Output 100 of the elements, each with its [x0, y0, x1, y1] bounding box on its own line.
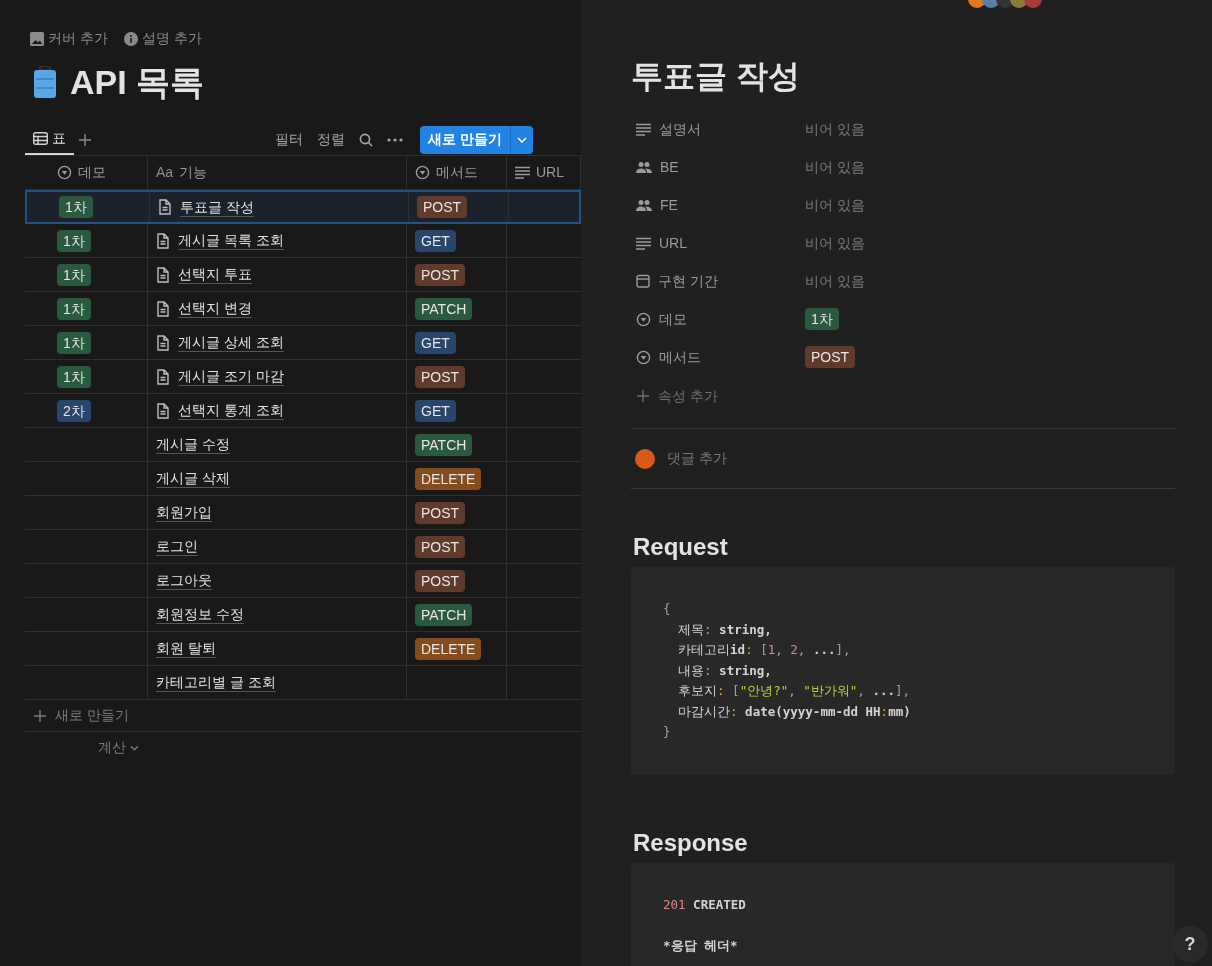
property-value[interactable]: 비어 있음 — [805, 118, 865, 140]
plus-icon — [636, 389, 650, 403]
more-icon[interactable] — [387, 137, 404, 142]
code-line: 201 CREATED — [663, 895, 746, 914]
tag: POST — [415, 569, 466, 592]
calculate-button[interactable]: 계산 — [98, 737, 139, 758]
tag: PATCH — [415, 433, 473, 456]
comment-field[interactable]: 댓글 추가 — [667, 448, 727, 469]
table-row[interactable]: 회원정보 수정 PATCH — [25, 598, 581, 632]
search-icon[interactable] — [359, 132, 374, 147]
property-label[interactable]: BE — [631, 156, 805, 178]
column-label: 메서드 — [436, 163, 478, 182]
column-header[interactable]: 데모 — [25, 156, 148, 189]
table-row[interactable]: 게시글 삭제 DELETE — [25, 462, 581, 496]
tag: POST — [415, 501, 466, 524]
add-cover-button[interactable]: 커버 추가 — [30, 28, 108, 49]
help-button[interactable]: ? — [1172, 926, 1208, 962]
property-label[interactable]: 데모 — [631, 308, 805, 330]
table-row[interactable]: 1차 게시글 상세 조회 GET — [25, 326, 581, 360]
property-label[interactable]: FE — [631, 194, 805, 216]
detail-title: 투표글 작성 — [631, 57, 801, 96]
tag: POST — [415, 365, 466, 388]
tag: 1차 — [59, 196, 93, 218]
text-icon — [636, 122, 651, 136]
code-line: 내용: string, — [677, 661, 772, 680]
section-heading: Response — [632, 827, 749, 858]
code-line: { — [663, 600, 671, 618]
view-tab[interactable]: 표 — [25, 124, 74, 155]
toolbar-button[interactable]: 정렬 — [310, 129, 353, 150]
select-icon — [57, 165, 72, 180]
table-row[interactable]: 게시글 수정 PATCH — [25, 428, 581, 462]
feature-link[interactable]: 카테고리별 글 조회 — [156, 673, 276, 692]
property-label[interactable]: 설명서 — [631, 118, 805, 140]
tag: 1차 — [57, 331, 91, 354]
column-label: 데모 — [78, 163, 106, 182]
tag: 1차 — [57, 263, 91, 286]
plus-icon — [33, 708, 47, 723]
property-label[interactable]: URL — [631, 232, 805, 254]
suitcase-icon — [32, 65, 58, 100]
feature-link[interactable]: 게시글 상세 조회 — [178, 333, 284, 352]
add-view-button[interactable] — [78, 132, 92, 147]
table-row[interactable]: 회원 탈퇴 DELETE — [25, 632, 581, 666]
avatar-icon — [635, 448, 655, 469]
table-row[interactable]: 1차 게시글 목록 조회 GET — [25, 224, 581, 258]
feature-link[interactable]: 게시글 목록 조회 — [178, 231, 284, 250]
feature-link[interactable]: 로그아웃 — [156, 571, 212, 590]
page-title: API 목록 — [70, 62, 205, 103]
chevron-down-icon — [517, 136, 527, 143]
tag: POST — [417, 196, 468, 218]
feature-link[interactable]: 회원정보 수정 — [156, 605, 244, 624]
table-row[interactable]: 2차 선택지 통계 조회 GET — [25, 394, 581, 428]
property-label[interactable]: 메서드 — [631, 346, 805, 368]
feature-link[interactable]: 회원가입 — [156, 503, 212, 522]
select-icon — [415, 165, 430, 180]
property-value[interactable]: 비어 있음 — [805, 194, 865, 216]
plus-icon — [78, 132, 92, 147]
table-row[interactable]: 1차 선택지 투표 POST — [25, 258, 581, 292]
property-value[interactable]: 비어 있음 — [805, 232, 865, 254]
code-line: } — [663, 723, 671, 741]
table-row[interactable]: 로그인 POST — [25, 530, 581, 564]
table-row[interactable]: 1차 게시글 조기 마감 POST — [25, 360, 581, 394]
add-description-button[interactable]: 설명 추가 — [123, 28, 202, 49]
feature-link[interactable]: 회원 탈퇴 — [156, 639, 216, 658]
property-value[interactable]: 비어 있음 — [805, 270, 865, 292]
tag: 1차 — [805, 308, 839, 330]
add-row-button[interactable]: 새로 만들기 — [25, 700, 581, 732]
table-row[interactable]: 로그아웃 POST — [25, 564, 581, 598]
tag: 1차 — [57, 365, 91, 388]
info-icon — [123, 31, 138, 46]
column-header[interactable]: 메서드 — [407, 156, 507, 189]
tag: POST — [415, 263, 466, 286]
section-heading: Request — [632, 532, 729, 562]
tag: PATCH — [415, 297, 473, 320]
feature-link[interactable]: 투표글 작성 — [180, 197, 254, 217]
toolbar-button[interactable]: 필터 — [268, 129, 311, 150]
tag: POST — [805, 346, 856, 368]
column-header[interactable]: Aa 기능 — [148, 156, 407, 189]
tag: 1차 — [57, 297, 91, 320]
feature-link[interactable]: 게시글 삭제 — [156, 469, 230, 488]
tag: GET — [415, 229, 456, 252]
tag: GET — [415, 399, 456, 422]
feature-link[interactable]: 게시글 수정 — [156, 435, 230, 454]
column-label: 기능 — [179, 163, 208, 182]
table-row[interactable]: 회원가입 POST — [25, 496, 581, 530]
calendar-icon — [636, 274, 650, 288]
text-icon — [636, 236, 651, 250]
feature-link[interactable]: 로그인 — [156, 537, 198, 556]
table-row[interactable]: 카테고리별 글 조회 — [25, 666, 581, 700]
feature-link[interactable]: 선택지 변경 — [178, 299, 252, 318]
feature-link[interactable]: 선택지 통계 조회 — [178, 401, 284, 420]
property-value[interactable]: 비어 있음 — [805, 156, 865, 178]
tag: GET — [415, 331, 456, 354]
tag: PATCH — [415, 603, 473, 626]
table-row[interactable]: 1차 선택지 변경 PATCH — [25, 292, 581, 326]
feature-link[interactable]: 선택지 투표 — [178, 265, 252, 284]
feature-link[interactable]: 게시글 조기 마감 — [178, 367, 284, 386]
table-row[interactable]: 1차 투표글 작성 POST — [25, 190, 581, 224]
property-label[interactable]: 구현 기간 — [631, 270, 805, 292]
code-line: 후보지: ["안녕?", "반가워", ...], — [677, 682, 911, 700]
text-icon — [515, 166, 530, 179]
